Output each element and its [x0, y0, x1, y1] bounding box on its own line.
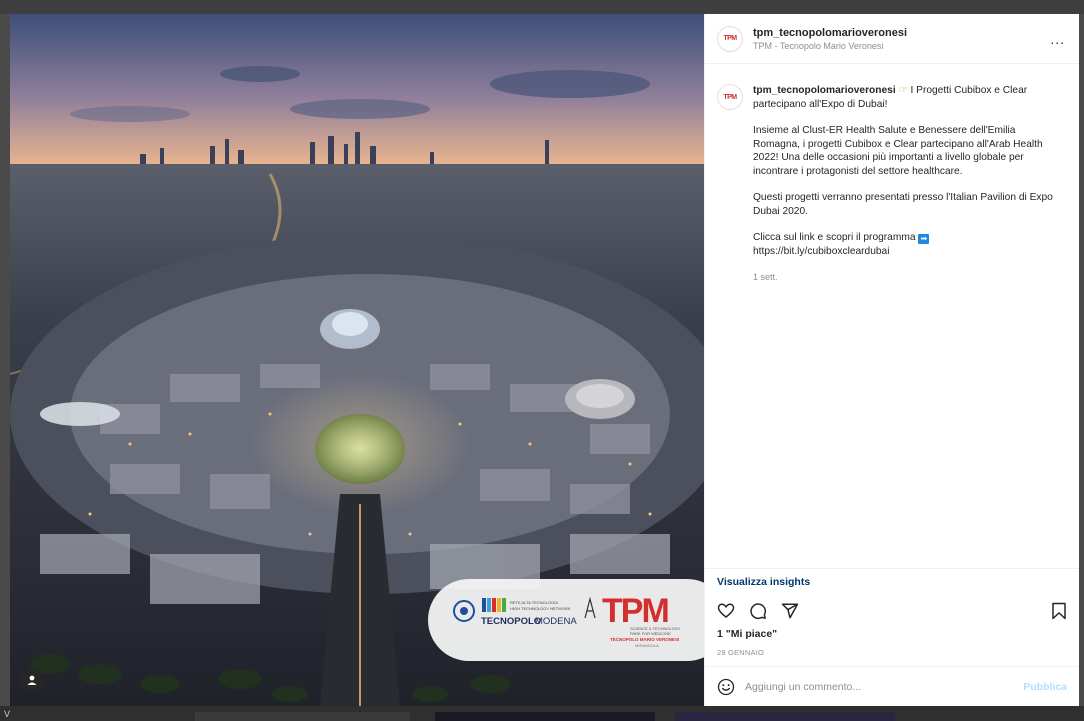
caption-paragraph-3: Clicca sul link e scopri il programma	[753, 232, 916, 243]
avatar[interactable]: TPM	[717, 25, 743, 52]
post-details-panel: TPM tpm_tecnopolomarioveronesi TPM - Tec…	[704, 14, 1079, 706]
caption-paragraph-2: Questi progetti verranno presentati pres…	[753, 192, 1053, 217]
comment-button[interactable]	[749, 602, 767, 620]
comment-input[interactable]	[745, 680, 1024, 693]
share-icon	[781, 603, 799, 619]
avatar-logo-text: TPM	[723, 35, 737, 42]
emoji-button[interactable]	[717, 678, 735, 696]
user-tag-icon	[27, 675, 37, 685]
backdrop-top-bar	[0, 0, 1084, 14]
like-button[interactable]	[717, 602, 735, 620]
post-location[interactable]: TPM - Tecnopolo Mario Veronesi	[753, 41, 1050, 51]
bookmark-icon	[1052, 602, 1066, 620]
header-text: tpm_tecnopolomarioveronesi TPM - Tecnopo…	[753, 27, 1050, 51]
caption-paragraph-1: Insieme al Clust-ER Health Salute e Bene…	[753, 125, 1043, 177]
caption-avatar-logo-text: TPM	[723, 93, 737, 101]
action-bar	[705, 594, 1079, 628]
tpm-logo: TPM	[602, 592, 668, 630]
post-header: TPM tpm_tecnopolomarioveronesi TPM - Tec…	[705, 14, 1079, 64]
expo-dubai-aerial-render: RETE ALTA TECNOLOGIA HIGH TECHNOLOGY NET…	[10, 14, 704, 706]
backdrop-corner-label: V	[4, 709, 11, 719]
backdrop-thumbnail[interactable]	[675, 712, 895, 721]
save-button[interactable]	[1051, 602, 1067, 620]
left-logo-tagline-1: RETE ALTA TECNOLOGIA	[510, 600, 558, 605]
more-options-button[interactable]: ...	[1050, 31, 1065, 47]
share-button[interactable]	[781, 602, 799, 620]
left-logo-main: TECNOPOLO	[481, 616, 541, 627]
insights-row: Visualizza insights	[705, 568, 1079, 594]
post-date: 28 GENNAIO	[717, 648, 765, 657]
caption-text: tpm_tecnopolomarioveronesi ☞ I Progetti …	[753, 84, 1065, 285]
post-image[interactable]: RETE ALTA TECNOLOGIA HIGH TECHNOLOGY NET…	[10, 14, 704, 706]
author-username[interactable]: tpm_tecnopolomarioveronesi	[753, 27, 1050, 39]
smiley-icon	[717, 678, 735, 695]
comment-icon	[750, 603, 767, 620]
caption-timestamp[interactable]: 1 sett.	[753, 271, 1065, 285]
caption-avatar[interactable]: TPM	[717, 84, 743, 110]
left-logo-tagline-2: HIGH TECHNOLOGY NETWORK	[510, 606, 571, 611]
caption-title-line: tpm_tecnopolomarioveronesi ☞ I Progetti …	[753, 84, 1065, 111]
caption-paragraph-3-wrap: Clicca sul link e scopri il programma ➡ …	[753, 231, 1065, 258]
publish-button[interactable]: Pubblica	[1023, 681, 1067, 693]
backdrop-thumbnail[interactable]	[195, 712, 410, 721]
heart-icon	[717, 603, 735, 618]
right-logo-sub-2: PARK FOR MEDICINE	[630, 631, 671, 636]
rete-alta-tecnologia-color-bars	[482, 598, 506, 612]
caption-row: TPM tpm_tecnopolomarioveronesi ☞ I Proge…	[717, 84, 1065, 285]
caption-link[interactable]: https://bit.ly/cubiboxcleardubai	[753, 246, 889, 257]
user-tag-button[interactable]	[20, 668, 44, 692]
right-logo-sub-3: TECNOPOLO MARIO VERONESI	[610, 637, 679, 642]
view-insights-link[interactable]: Visualizza insights	[717, 576, 810, 588]
caption-username[interactable]: tpm_tecnopolomarioveronesi	[753, 85, 896, 96]
likes-count[interactable]: 1 "Mi piace"	[705, 628, 1079, 644]
caption-area: TPM tpm_tecnopolomarioveronesi ☞ I Proge…	[705, 64, 1079, 568]
post-modal: RETE ALTA TECNOLOGIA HIGH TECHNOLOGY NET…	[10, 14, 1079, 706]
backdrop-thumbnail[interactable]	[435, 712, 655, 721]
right-logo-sub-4: MIRANDOLA	[635, 643, 659, 648]
right-arrow-icon: ➡	[918, 234, 930, 244]
comment-composer: Pubblica	[705, 666, 1079, 706]
pointing-hand-icon: ☞	[898, 85, 908, 96]
left-logo-city: MODENA	[535, 616, 577, 627]
